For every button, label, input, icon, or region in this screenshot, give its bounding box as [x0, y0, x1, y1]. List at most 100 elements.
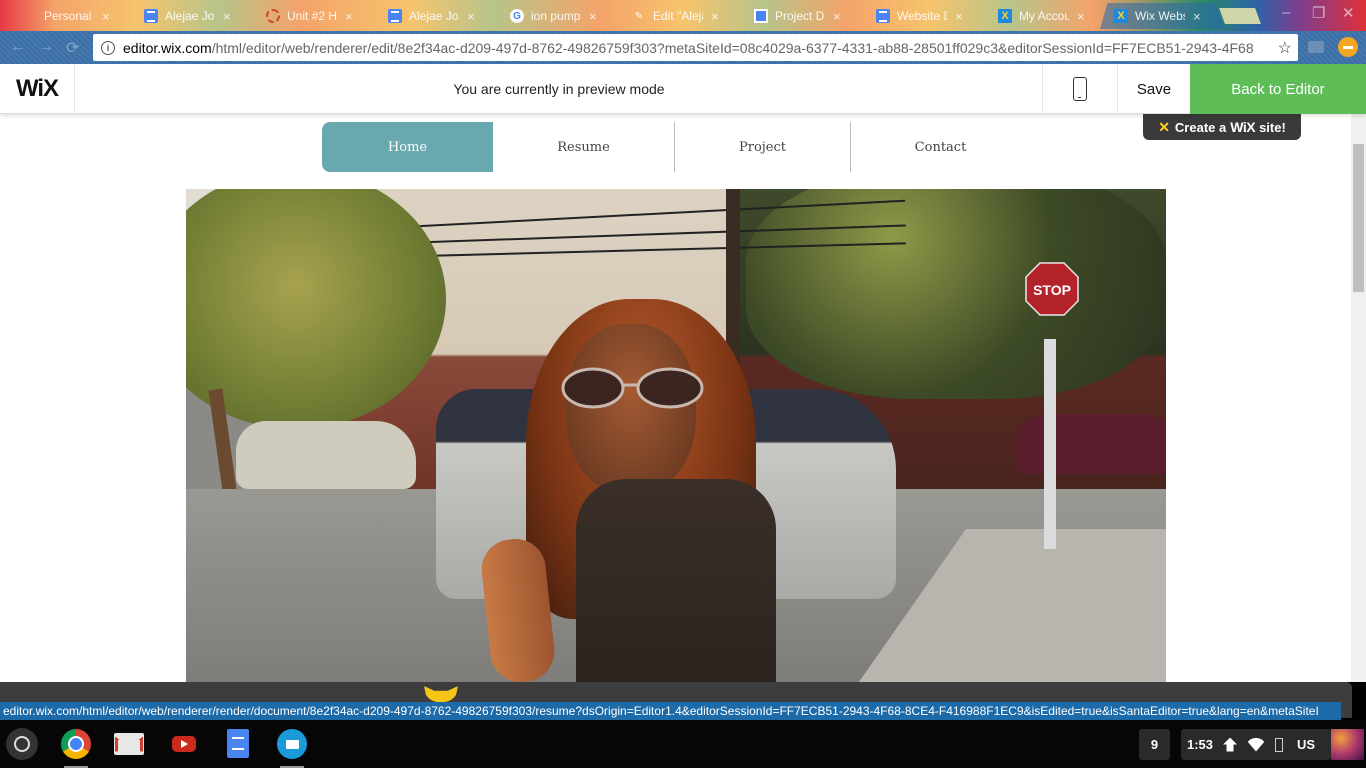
mobile-view-button[interactable] — [1042, 64, 1118, 114]
promo-brand: WiX — [1230, 119, 1256, 135]
tab-8[interactable]: X My Accoun × — [984, 3, 1106, 29]
photo-person-face — [566, 324, 696, 494]
tab-6[interactable]: Project De × — [740, 3, 862, 29]
tab-2[interactable]: Unit #2 Ho × — [252, 3, 374, 29]
sites-icon — [754, 9, 768, 23]
tab-title: Wix Webs — [1135, 9, 1185, 23]
photo-person-top — [576, 479, 776, 682]
preview-mode-message: You are currently in preview mode — [453, 81, 665, 97]
tab-title: Website De — [897, 9, 947, 23]
tab-close-icon[interactable]: × — [467, 9, 475, 24]
tab-9-active[interactable]: X Wix Webs × — [1100, 3, 1224, 29]
tab-7[interactable]: Website De × — [862, 3, 984, 29]
create-wix-site-banner[interactable]: ✕ Create a WiX site! — [1143, 114, 1301, 140]
menu-item-contact[interactable]: Contact — [850, 122, 1030, 172]
tab-close-icon[interactable]: × — [955, 9, 963, 24]
update-available-icon — [1223, 737, 1238, 752]
clock-time: 1:53 — [1187, 737, 1214, 752]
extension-minus-icon[interactable] — [1338, 37, 1358, 57]
tab-0[interactable]: Personal Ir × — [30, 3, 130, 29]
tab-3[interactable]: Alejae Joh × — [374, 3, 496, 29]
photo-car — [1016, 414, 1166, 474]
url-host: editor.wix.com — [123, 39, 212, 56]
mobile-phone-icon — [1073, 77, 1087, 101]
bookmark-star-icon[interactable]: ☆ — [1272, 38, 1298, 58]
extension-icon[interactable] — [1308, 41, 1324, 53]
app-launcher-button[interactable] — [6, 728, 38, 760]
browser-tab-strip: Personal Ir × Alejae Joh × Unit #2 Ho × … — [0, 0, 1366, 31]
tab-5[interactable]: ✎ Edit "Aleja × — [618, 3, 740, 29]
tab-close-icon[interactable]: × — [1077, 9, 1085, 24]
google-icon: G — [510, 9, 524, 23]
minimize-icon[interactable]: – — [1282, 4, 1290, 21]
tab-close-icon[interactable]: × — [345, 9, 353, 24]
menu-item-project[interactable]: Project — [674, 122, 850, 172]
promo-suffix: site! — [1259, 119, 1286, 135]
photo-sunglasses — [561, 367, 704, 409]
docs-icon — [144, 9, 158, 23]
tab-title: Personal Ir — [44, 9, 94, 23]
docs-icon — [876, 9, 890, 23]
tab-title: Project De — [775, 9, 825, 23]
url-path: /html/editor/web/renderer/edit/8e2f34ac-… — [211, 39, 1254, 56]
ring-icon — [266, 9, 280, 23]
address-bar[interactable]: i editor.wix.com /html/editor/web/render… — [93, 34, 1298, 61]
hero-photo: STOP — [186, 189, 1166, 682]
photo-car — [236, 421, 416, 489]
tab-close-icon[interactable]: × — [833, 9, 841, 24]
close-window-icon[interactable]: ✕ — [1342, 4, 1355, 22]
tab-title: Unit #2 Ho — [287, 9, 337, 23]
wifi-icon — [1247, 737, 1266, 752]
tab-title: Edit "Aleja — [653, 9, 703, 23]
new-tab-button[interactable] — [1219, 8, 1261, 24]
tab-4[interactable]: G ion pumps × — [496, 3, 618, 29]
menu-item-home[interactable]: Home — [322, 122, 493, 172]
tab-close-icon[interactable]: × — [589, 9, 597, 24]
tab-title: Alejae Joh — [165, 9, 215, 23]
files-app-icon[interactable] — [277, 729, 307, 768]
tab-1[interactable]: Alejae Joh × — [130, 3, 252, 29]
browser-toolbar: ← → ⟳ i editor.wix.com /html/editor/web/… — [0, 31, 1366, 64]
wix-logo: WiX — [0, 64, 75, 114]
gmail-app-icon[interactable] — [114, 733, 144, 755]
user-avatar[interactable] — [1331, 729, 1364, 760]
battery-charging-icon — [1275, 737, 1284, 752]
menu-item-resume[interactable]: Resume — [493, 122, 674, 172]
tab-close-icon[interactable]: × — [711, 9, 719, 24]
restore-icon[interactable]: ❐ — [1312, 4, 1325, 22]
system-tray[interactable]: 1:53 US — [1181, 729, 1331, 760]
status-bar-url: editor.wix.com/html/editor/web/renderer/… — [0, 702, 1341, 720]
site-preview: ✕ Create a WiX site! Home Resume Project… — [0, 114, 1366, 682]
tab-close-icon[interactable]: × — [1193, 9, 1201, 24]
os-shelf: 9 1:53 US — [0, 720, 1366, 768]
page-scrollbar[interactable] — [1351, 114, 1366, 682]
pen-icon: ✎ — [634, 10, 644, 22]
wix-mascot-icon: ✕ — [1158, 118, 1170, 135]
youtube-app-icon[interactable] — [172, 736, 196, 752]
tab-title: My Accoun — [1019, 9, 1069, 23]
forward-arrow-icon[interactable]: → — [38, 38, 54, 56]
tab-title: Alejae Joh — [409, 9, 459, 23]
docs-app-icon[interactable] — [227, 729, 249, 758]
wix-preview-header: WiX You are currently in preview mode Sa… — [0, 64, 1366, 114]
tab-close-icon[interactable]: × — [223, 9, 231, 24]
site-menu: Home Resume Project Contact — [322, 122, 1030, 172]
docs-icon — [388, 9, 402, 23]
chrome-app-icon[interactable] — [61, 729, 91, 768]
notification-count-badge[interactable]: 9 — [1139, 729, 1170, 760]
wix-icon: X — [998, 9, 1012, 23]
promo-prefix: Create a — [1174, 119, 1227, 135]
stop-sign-text: STOP — [1033, 282, 1071, 298]
tab-close-icon[interactable]: × — [102, 9, 110, 24]
back-to-editor-button[interactable]: Back to Editor — [1190, 64, 1366, 114]
scrollbar-thumb[interactable] — [1353, 144, 1364, 292]
tab-title: ion pumps — [531, 9, 581, 23]
save-button[interactable]: Save — [1118, 64, 1190, 114]
reload-icon[interactable]: ⟳ — [66, 38, 79, 58]
info-icon[interactable]: i — [101, 40, 115, 55]
photo-stop-sign: STOP — [1025, 262, 1079, 316]
photo-tree-right — [746, 189, 1166, 399]
wix-icon: X — [1114, 9, 1128, 23]
input-language: US — [1297, 737, 1316, 752]
back-arrow-icon[interactable]: ← — [10, 38, 26, 56]
